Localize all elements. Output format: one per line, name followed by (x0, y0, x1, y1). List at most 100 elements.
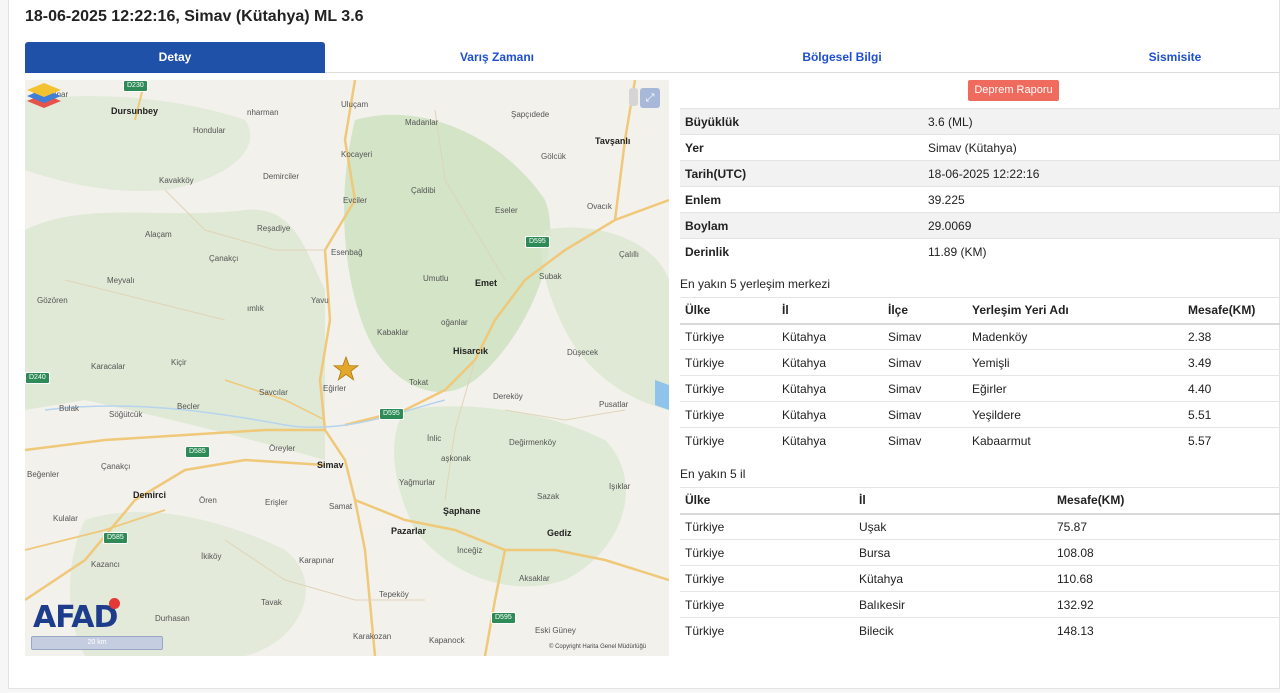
epicenter-map[interactable]: Dursunbey Karapınar Hondular nharman Ulu… (25, 80, 669, 656)
cell: Simav (883, 349, 967, 376)
road-badge: D595 (379, 408, 404, 420)
map-copyright: © Copyright Harita Genel Müdürlüğü (549, 644, 647, 650)
map-label: Subak (539, 272, 562, 281)
map-label: Çanakçı (101, 462, 131, 471)
map-label: Erişler (265, 498, 288, 507)
detail-value: Simav (Kütahya) (923, 134, 1280, 161)
detail-value: 18-06-2025 12:22:16 (923, 160, 1280, 187)
column-header: İl (777, 297, 883, 325)
map-label: Eğirler (323, 384, 347, 393)
map-label: Kazancı (91, 560, 120, 569)
cell: 132.92 (1052, 591, 1280, 618)
cell: 3.49 (1183, 349, 1280, 376)
map-label: Tavşanlı (595, 136, 631, 146)
map-toggle-button[interactable] (629, 88, 638, 106)
map-label: Ören (199, 496, 217, 505)
map-label: Savcılar (259, 388, 288, 397)
detail-value: 29.0069 (923, 212, 1280, 239)
map-label: Esenbağ (331, 248, 363, 257)
star-icon[interactable] (333, 356, 359, 382)
detail-key: Tarih(UTC) (680, 160, 923, 187)
detail-key: Boylam (680, 212, 923, 239)
page-title: 18-06-2025 12:22:16, Simav (Kütahya) ML … (25, 8, 364, 25)
tab-bar: Detay Varış Zamanı Bölgesel Bilgi Sismis… (25, 42, 1280, 73)
expand-icon[interactable]: ⤢ (640, 88, 660, 108)
cell: Türkiye (680, 427, 777, 454)
road-badge: D230 (123, 80, 148, 92)
cell: Türkiye (680, 565, 854, 592)
map-label: Demirci (133, 490, 167, 500)
earthquake-details-table: Büyüklük 3.6 (ML) Yer Simav (Kütahya) Tari… (680, 108, 1280, 265)
map-label: Yağmurlar (399, 478, 436, 487)
tab-detay[interactable]: Detay (25, 42, 325, 73)
map-label: Şaphane (443, 506, 481, 516)
cell: Türkiye (680, 349, 777, 376)
table-row: Türkiye Kütahya Simav Kabaarmut 5.57 (680, 427, 1280, 454)
tab-sismisite[interactable]: Sismisite (1025, 42, 1280, 73)
map-label: İnceğiz (457, 546, 483, 555)
map-label: Durhasan (155, 614, 190, 623)
cell: Kütahya (777, 323, 883, 350)
cell: Balıkesir (854, 591, 1052, 618)
tab-bolgesel-bilgi[interactable]: Bölgesel Bilgi (689, 42, 995, 73)
column-header: Mesafe(KM) (1183, 297, 1280, 325)
map-label: Pazarlar (391, 526, 427, 536)
map-label: nharman (247, 108, 279, 117)
road-badge: D595 (525, 236, 550, 248)
table-row: Büyüklük 3.6 (ML) (680, 108, 1280, 135)
map-label: Evciler (343, 196, 368, 205)
cell: Madenköy (967, 323, 1183, 350)
map-label: Çaldibi (411, 186, 436, 195)
settlements-heading: En yakın 5 yerleşim merkezi (680, 277, 831, 291)
map-label: Becler (177, 402, 200, 411)
detail-value: 3.6 (ML) (923, 108, 1280, 135)
map-label: Kavakköy (159, 176, 194, 185)
map-label: Şapçıdede (511, 110, 550, 119)
map-label: ımlık (247, 304, 264, 313)
table-row: Derinlik 11.89 (KM) (680, 238, 1280, 265)
map-label: Alaçam (145, 230, 172, 239)
map-label: Uluçam (341, 100, 369, 109)
table-row: Türkiye Kütahya Simav Yemişli 3.49 (680, 349, 1280, 376)
tab-varis-zamani[interactable]: Varış Zamanı (345, 42, 649, 73)
cell: 5.57 (1183, 427, 1280, 454)
map-scale: 20 km (31, 636, 163, 650)
map-label: İnlic (427, 434, 442, 443)
cell: Kütahya (854, 565, 1052, 592)
map-label: Samat (329, 502, 353, 511)
cell: 2.38 (1183, 323, 1280, 350)
column-header: Yerleşim Yeri Adı (967, 297, 1183, 325)
table-row: Boylam 29.0069 (680, 212, 1280, 239)
road-badge: D585 (185, 446, 210, 458)
map-label: Çanakçı (209, 254, 239, 263)
table-row: Yer Simav (Kütahya) (680, 134, 1280, 161)
column-header: İlçe (883, 297, 967, 325)
afad-logo: AFAD (33, 600, 118, 635)
cell: Bursa (854, 539, 1052, 566)
map-label: Reşadiye (257, 224, 291, 233)
cell: Kabaarmut (967, 427, 1183, 454)
map-label: Madanlar (405, 118, 439, 127)
map-label: Dursunbey (111, 106, 159, 116)
cell: 108.08 (1052, 539, 1280, 566)
detail-value: 39.225 (923, 186, 1280, 213)
cell: Kütahya (777, 401, 883, 428)
cell: Simav (883, 375, 967, 402)
map-label: Eseler (495, 206, 518, 215)
layers-icon[interactable] (25, 80, 63, 112)
map-label: Tokat (409, 378, 429, 387)
map-label: Kiçir (171, 358, 187, 367)
table-row: Türkiye Uşak 75.87 (680, 513, 1280, 540)
cell: 110.68 (1052, 565, 1280, 592)
table-row: Türkiye Kütahya Simav Yeşildere 5.51 (680, 401, 1280, 428)
map-label: Beğenler (27, 470, 60, 479)
map-label: Dereköy (493, 392, 523, 401)
flag-icon (109, 598, 120, 609)
cell: Simav (883, 323, 967, 350)
table-header-row: Ülke İl İlçe Yerleşim Yeri Adı Mesafe(KM… (680, 297, 1280, 325)
map-label: Hisarcık (453, 346, 489, 356)
cell: Türkiye (680, 513, 854, 540)
cell: Simav (883, 427, 967, 454)
earthquake-report-button[interactable]: Deprem Raporu (968, 80, 1059, 101)
map-label: Hondular (193, 126, 226, 135)
